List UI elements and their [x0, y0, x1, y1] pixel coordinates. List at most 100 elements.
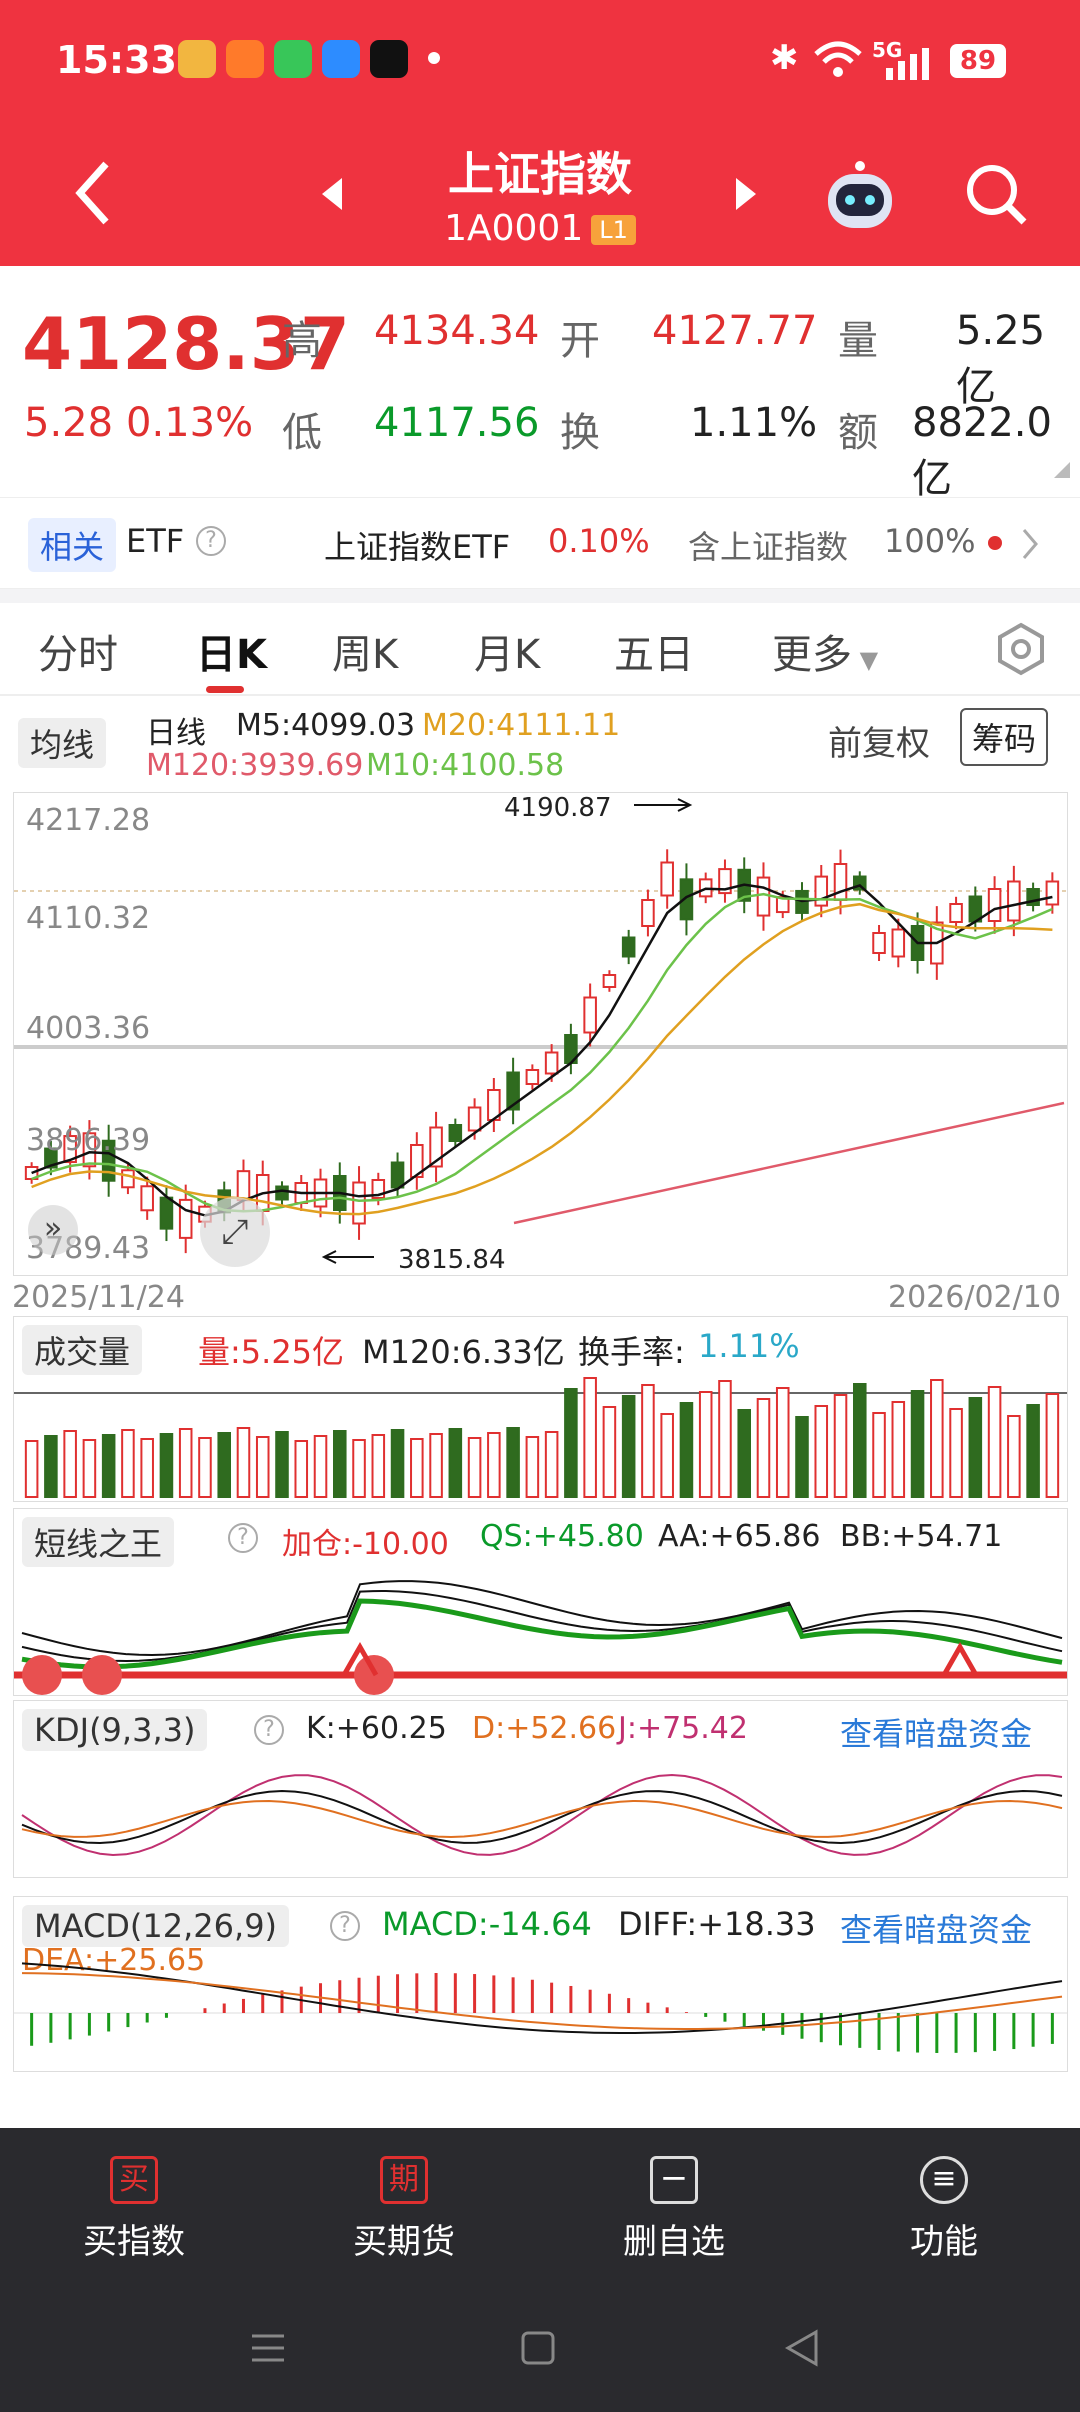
volume-value: 量:5.25亿: [198, 1333, 345, 1371]
tab-weekly-k[interactable]: 周K: [332, 622, 398, 680]
volume-bar: [814, 1405, 829, 1498]
dxzw-dropdown[interactable]: 短线之王: [22, 1517, 175, 1567]
j-value: J:+75.42: [618, 1711, 748, 1746]
candle: [275, 1185, 289, 1201]
app-icon: [322, 40, 360, 78]
volume-bar: [410, 1438, 424, 1498]
help-icon[interactable]: ?: [196, 526, 226, 556]
app-icon: [178, 40, 216, 78]
volume-bar: [949, 1408, 963, 1498]
tab-more-label: 更多: [772, 632, 852, 678]
period-label: 日线: [146, 716, 206, 751]
j-line: [21, 1773, 1063, 1857]
price-change-pct: 0.13%: [126, 400, 254, 446]
candle: [467, 1106, 482, 1132]
system-home-icon[interactable]: [518, 2328, 558, 2368]
max-price-label: 4190.87: [504, 793, 612, 823]
buy-index-button[interactable]: 买 买指数: [34, 2156, 234, 2263]
volume-bar: [679, 1402, 694, 1498]
volume-bar: [795, 1416, 809, 1498]
y-tick: 4217.28: [26, 803, 151, 838]
etf-hold-pct: 100%: [884, 522, 976, 560]
search-icon[interactable]: [964, 162, 1028, 226]
system-menu-icon[interactable]: [248, 2328, 288, 2368]
tab-monthly-k[interactable]: 月K: [474, 622, 540, 680]
candle: [121, 1169, 135, 1189]
system-back-icon[interactable]: [782, 2328, 822, 2368]
volume-label: 量: [838, 318, 878, 364]
volume-bar: [101, 1434, 116, 1498]
kdj-chart: [21, 1773, 1063, 1857]
buy-icon: 买: [110, 2156, 158, 2204]
candle: [140, 1185, 154, 1212]
candle: [602, 974, 617, 988]
buy-futures-button[interactable]: 期 买期货: [304, 2156, 504, 2263]
volume-dd-label: 成交量: [22, 1325, 143, 1375]
settings-icon[interactable]: [994, 622, 1048, 676]
chip-distribution-button[interactable]: 筹码: [960, 708, 1049, 766]
related-etf-row[interactable]: 相关 ETF ? 上证指数ETF 0.10% 含上证指数 100%: [0, 497, 1080, 589]
tab-five-day[interactable]: 五日: [614, 622, 694, 680]
dark-pool-link[interactable]: 查看暗盘资金: [840, 1709, 1032, 1755]
kdj-dropdown[interactable]: KDJ(9,3,3): [22, 1709, 208, 1751]
volume-bar: [833, 1394, 848, 1498]
remove-watchlist-button[interactable]: − 删自选: [574, 2156, 774, 2263]
chevron-right-icon[interactable]: [1020, 526, 1040, 562]
volume-bar: [602, 1406, 617, 1498]
amount-value: 8822.0亿: [912, 400, 1052, 502]
volume-value: 5.25亿: [956, 308, 1046, 410]
dark-pool-link[interactable]: 查看暗盘资金: [840, 1905, 1032, 1951]
volume-bar: [236, 1427, 251, 1498]
aa-line: [21, 1580, 1063, 1657]
kline-chart[interactable]: [14, 793, 1067, 1275]
help-icon[interactable]: ?: [228, 1523, 258, 1553]
volume-bar: [641, 1384, 655, 1498]
d-value: D:+52.66: [472, 1711, 617, 1746]
volume-bar: [718, 1380, 732, 1498]
kdj-dd-label: KDJ(9,3,3): [22, 1709, 208, 1751]
candle: [544, 1051, 559, 1075]
volume-bar: [467, 1437, 482, 1498]
candle: [525, 1069, 540, 1085]
fullscreen-icon[interactable]: ⤢: [200, 1197, 270, 1267]
volume-bar: [121, 1429, 135, 1498]
macd-dropdown[interactable]: MACD(12,26,9): [22, 1905, 290, 1947]
ma-selector[interactable]: 均线: [18, 718, 107, 768]
help-icon[interactable]: ?: [330, 1911, 360, 1941]
candle: [756, 876, 771, 917]
expand-corner-icon[interactable]: [1052, 460, 1072, 480]
candle: [660, 861, 674, 897]
open-label: 开: [560, 318, 600, 364]
high-value: 4134.34: [374, 308, 540, 354]
etf-hold: 含上证指数: [688, 528, 849, 566]
candle: [390, 1161, 405, 1189]
functions-button[interactable]: ≡ 功能: [844, 2156, 1044, 2263]
adjust-mode[interactable]: 前复权: [828, 716, 930, 765]
volume-bar: [756, 1398, 771, 1498]
tab-more[interactable]: 更多 ▼: [772, 622, 878, 680]
candle: [352, 1181, 366, 1225]
volume-bar: [968, 1397, 983, 1498]
volume-bar: [583, 1377, 597, 1498]
candle: [178, 1198, 193, 1239]
min-price-label: 3815.84: [398, 1245, 506, 1275]
volume-bar: [44, 1435, 58, 1498]
app-icon: [226, 40, 264, 78]
volume-bar: [525, 1436, 540, 1498]
buy-futures-label: 买期货: [353, 2222, 455, 2262]
volume-bar: [294, 1440, 309, 1498]
candle: [159, 1196, 174, 1230]
collapse-icon[interactable]: »: [28, 1205, 78, 1255]
page-title: 上证指数: [448, 147, 632, 201]
volume-bar: [1045, 1393, 1060, 1498]
macd-dd-label: MACD(12,26,9): [22, 1905, 290, 1947]
next-stock-icon[interactable]: [734, 174, 760, 214]
tab-timeshare[interactable]: 分时: [38, 622, 118, 680]
robot-assistant-icon[interactable]: [822, 158, 898, 234]
tab-daily-k[interactable]: 日K: [196, 622, 267, 680]
volume-bar: [178, 1428, 193, 1498]
help-icon[interactable]: ?: [254, 1715, 284, 1745]
volume-dropdown[interactable]: 成交量: [22, 1325, 143, 1375]
low-value: 4117.56: [374, 400, 540, 446]
volume-panel: 成交量 量:5.25亿 M120:6.33亿 换手率: 1.11%: [13, 1316, 1068, 1502]
